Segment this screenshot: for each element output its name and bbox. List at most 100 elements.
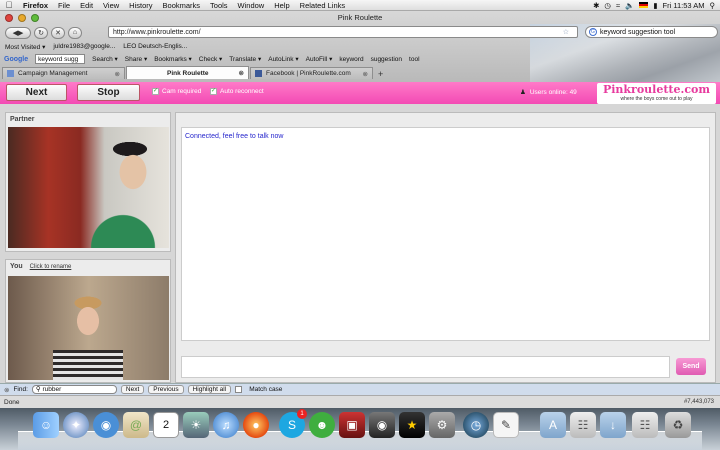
stop-button[interactable]: Stop: [77, 84, 140, 101]
logo-text: Pinkroulette.com: [602, 83, 711, 96]
wifi-icon[interactable]: ≈: [616, 1, 620, 10]
apple-icon[interactable]: : [0, 0, 18, 10]
photo-booth-icon[interactable]: ▣: [339, 412, 365, 438]
menu-bookmarks[interactable]: Bookmarks: [158, 1, 206, 10]
adium-icon[interactable]: ☻: [309, 412, 335, 438]
applications-folder-icon[interactable]: A: [540, 412, 566, 438]
find-previous-button[interactable]: Previous: [148, 385, 184, 394]
trash-icon[interactable]: ♻: [665, 412, 691, 438]
time-machine-icon[interactable]: ◷: [604, 1, 611, 10]
find-input[interactable]: ⚲ rubber: [31, 385, 117, 394]
send-button[interactable]: Send: [676, 358, 706, 375]
toolbar-highlight-suggestion[interactable]: suggestion: [371, 56, 402, 63]
find-bar: ⊗ Find: ⚲ rubber Next Previous Highlight…: [0, 383, 720, 395]
tab-close-icon[interactable]: ⊗: [363, 70, 368, 78]
menu-tools[interactable]: Tools: [205, 1, 233, 10]
menu-view[interactable]: View: [98, 1, 124, 10]
itunes-icon[interactable]: ♫: [213, 412, 239, 438]
auto-reconnect-option[interactable]: ✓ Auto reconnect: [210, 88, 264, 95]
users-online-count: Users online: 49: [529, 88, 577, 96]
back-forward-button[interactable]: ◀▶: [5, 26, 31, 39]
safari-icon[interactable]: ✦: [63, 412, 89, 438]
highlight-all-button[interactable]: Highlight all: [187, 385, 232, 394]
next-button[interactable]: Next: [6, 84, 67, 101]
tab-facebook[interactable]: Facebook | PinkRoulette.com ⊗: [250, 67, 373, 79]
imovie-icon[interactable]: ★: [399, 412, 425, 438]
menu-history[interactable]: History: [124, 1, 157, 10]
toolbar-search-button[interactable]: Search ▾: [92, 55, 118, 63]
battery-icon[interactable]: ▮: [653, 1, 657, 10]
toolbar-highlight-tool[interactable]: tool: [409, 56, 419, 63]
tab-label: Campaign Management: [18, 70, 88, 77]
toolbar-share-button[interactable]: Share ▾: [125, 55, 147, 63]
tab-close-icon[interactable]: ⊗: [115, 70, 120, 78]
url-bar[interactable]: http://www.pinkroulette.com/ ☆: [108, 26, 578, 38]
toolbar-check-button[interactable]: Check ▾: [199, 55, 223, 63]
camera-app-icon[interactable]: ◉: [369, 412, 395, 438]
document-icon[interactable]: ✎: [493, 412, 519, 438]
tab-pink-roulette[interactable]: Pink Roulette ⊗: [126, 66, 249, 79]
spotlight-icon[interactable]: ⚲: [710, 1, 716, 10]
logo-tagline: where the boys come out to play: [620, 96, 693, 102]
bookmarks-toolbar: Most Visited ▾ juldre1983@google... LEO …: [0, 41, 720, 52]
home-icon[interactable]: ⌂: [68, 26, 82, 39]
site-logo[interactable]: Pinkroulette.com where the boys come out…: [597, 83, 716, 104]
tab-campaign-management[interactable]: Campaign Management ⊗: [2, 67, 125, 79]
menu-related-links[interactable]: Related Links: [295, 1, 350, 10]
find-value: rubber: [42, 386, 62, 393]
ical-icon[interactable]: 2: [153, 412, 179, 438]
tab-close-icon[interactable]: ⊗: [239, 69, 244, 77]
toolbar-translate-button[interactable]: Translate ▾: [229, 55, 261, 63]
toolbar-autofill-button[interactable]: AutoFill ▾: [306, 55, 333, 63]
system-preferences-icon[interactable]: ⚙: [429, 412, 455, 438]
toolbar-bookmarks-button[interactable]: Bookmarks ▾: [154, 55, 192, 63]
window-title: Pink Roulette: [337, 13, 383, 22]
menubar-clock[interactable]: Fri 11:53 AM: [663, 1, 705, 10]
cam-required-checkbox[interactable]: ✓: [152, 88, 159, 95]
bookmark-most-visited[interactable]: Most Visited ▾: [5, 43, 45, 51]
find-close-icon[interactable]: ⊗: [4, 386, 9, 394]
find-label: Find:: [13, 386, 28, 393]
site-header: Next Stop ✓ Cam required ✓ Auto reconnec…: [0, 82, 720, 104]
firefox-icon[interactable]: ●: [243, 412, 269, 438]
address-book-icon[interactable]: @: [123, 412, 149, 438]
toolbar-autolink-button[interactable]: AutoLink ▾: [268, 55, 298, 63]
menu-edit[interactable]: Edit: [75, 1, 98, 10]
search-input[interactable]: keyword suggestion tool: [600, 29, 675, 36]
menu-app-name[interactable]: Firefox: [18, 1, 53, 10]
toolbar-highlight-keyword[interactable]: keyword: [339, 56, 363, 63]
match-case-label: Match case: [249, 386, 283, 393]
bookmark-email[interactable]: juldre1983@google...: [53, 43, 115, 50]
ichat-icon[interactable]: ◉: [93, 412, 119, 438]
chat-message: Connected, feel free to talk now: [185, 133, 284, 140]
bookmark-star-icon[interactable]: ☆: [563, 28, 577, 36]
volume-icon[interactable]: 🔈: [625, 1, 634, 10]
match-case-checkbox[interactable]: [235, 386, 243, 393]
menu-file[interactable]: File: [53, 1, 75, 10]
documents-stack-icon[interactable]: ☷: [570, 412, 596, 438]
rename-link[interactable]: Click to rename: [30, 264, 72, 270]
finder-icon[interactable]: ☺: [33, 412, 59, 438]
stack-icon[interactable]: ☷: [632, 412, 658, 438]
chat-input[interactable]: [181, 356, 670, 378]
search-box[interactable]: G keyword suggestion tool: [585, 26, 718, 38]
skype-icon[interactable]: S1: [279, 409, 307, 438]
bookmark-leo[interactable]: LEO Deutsch-Englis...: [123, 43, 187, 50]
bluetooth-icon[interactable]: ✱: [593, 1, 599, 10]
users-online: ♟ Users online: 49: [520, 88, 577, 97]
find-next-button[interactable]: Next: [120, 385, 145, 394]
google-toolbar-search-input[interactable]: keyword sugg: [35, 54, 86, 64]
downloads-folder-icon[interactable]: ↓: [600, 412, 626, 438]
google-logo: Google: [4, 55, 29, 63]
menu-help[interactable]: Help: [269, 1, 294, 10]
time-machine-dock-icon[interactable]: ◷: [463, 412, 489, 438]
new-tab-button[interactable]: +: [374, 69, 387, 79]
menu-window[interactable]: Window: [233, 1, 270, 10]
partner-title: Partner: [10, 116, 35, 123]
input-flag-icon[interactable]: [639, 2, 649, 8]
stop-icon[interactable]: ✕: [51, 26, 65, 39]
cam-required-option[interactable]: ✓ Cam required: [152, 88, 201, 95]
reload-icon[interactable]: ↻: [34, 26, 48, 39]
auto-reconnect-checkbox[interactable]: ✓: [210, 88, 217, 95]
iphoto-icon[interactable]: ☀: [183, 412, 209, 438]
